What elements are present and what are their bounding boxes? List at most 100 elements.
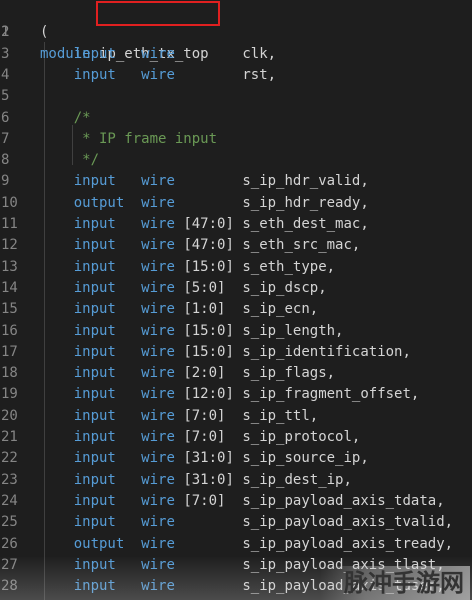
port-name: s_eth_dest_mac, [242,216,369,232]
port-type: wire [141,471,175,488]
port-name: s_ip_hdr_ready, [242,194,369,211]
port-type: wire [141,450,175,467]
code-line[interactable]: 15 input wire [1:0] s_ip_ecn, [0,299,472,320]
bit-range: [47:0] [183,216,234,232]
code-line[interactable]: 3 input wire clk, [0,44,472,65]
comment: */ [73,152,100,169]
code-text: input wire [31:0] s_ip_dest_ip, [40,470,352,491]
code-line[interactable]: 9 input wire s_ip_hdr_valid, [0,171,472,192]
code-text: input wire [47:0] s_eth_dest_mac, [40,214,369,235]
line-number: 25 [1,514,18,531]
code-line[interactable]: 1 module ip_eth_tx_top [0,1,472,61]
bit-range: [47:0] [183,237,234,254]
code-line[interactable]: 8 */ [0,150,472,171]
port-direction: input [73,45,116,62]
line-number: 19 [1,386,18,403]
line-number: 11 [1,216,18,232]
bit-range: [7:0] [183,429,226,445]
code-line[interactable]: 18 input wire [2:0] s_ip_flags, [0,363,472,384]
port-type: wire [141,322,175,339]
code-line[interactable]: 2( [0,22,472,43]
line-number: 17 [1,343,18,360]
code-text: input wire s_ip_payload_axis_tvalid, [40,512,453,533]
bit-range: [15:0] [183,258,234,275]
code-line[interactable]: 24 input wire [7:0] s_ip_payload_axis_td… [0,491,472,512]
code-line[interactable]: 26 output wire s_ip_payload_axis_tready, [0,534,472,555]
line-number: 18 [1,365,18,382]
code-text: input wire [7:0] s_ip_ttl, [40,406,318,427]
code-line[interactable]: 6 /* [0,108,472,129]
line-number: 26 [1,535,18,552]
code-line[interactable]: 25 input wire s_ip_payload_axis_tvalid, [0,512,472,533]
code-editor[interactable]: 1 module ip_eth_tx_top 2(3 input wire cl… [0,0,472,600]
code-line[interactable]: 13 input wire [15:0] s_eth_type, [0,257,472,278]
code-text: input wire [15:0] s_eth_type, [40,257,335,278]
port-name: s_ip_source_ip, [242,450,369,467]
code-line[interactable]: 17 input wire [15:0] s_ip_identification… [0,342,472,363]
line-number: 21 [1,429,18,445]
port-type: wire [141,258,175,275]
port-type: wire [141,173,175,190]
code-line[interactable]: 11 input wire [47:0] s_eth_dest_mac, [0,214,472,235]
code-text: input wire [7:0] s_ip_protocol, [40,427,361,448]
code-line[interactable]: 5 [0,86,472,107]
port-name: rst, [242,66,277,83]
code-line[interactable]: 14 input wire [5:0] s_ip_dscp, [0,278,472,299]
port-type: wire [141,514,175,531]
port-type: wire [141,279,175,296]
code-line[interactable]: 7 * IP frame input [0,129,472,150]
code-text: input wire [5:0] s_ip_dscp, [40,278,327,299]
port-name: s_ip_protocol, [242,429,361,445]
port-type: wire [141,578,175,595]
code-line[interactable]: 23 input wire [31:0] s_ip_dest_ip, [0,470,472,491]
code-line[interactable]: 4 input wire rst, [0,65,472,86]
code-text: input wire [31:0] s_ip_source_ip, [40,448,369,469]
code-text: input wire [2:0] s_ip_flags, [40,363,335,384]
port-direction: input [73,343,116,360]
port-direction: input [73,556,116,573]
line-number: 27 [1,556,18,573]
bit-range: [1:0] [183,301,226,318]
line-number: 2 [1,24,10,41]
port-name: s_ip_flags, [242,365,336,382]
code-line[interactable]: 16 input wire [15:0] s_ip_length, [0,321,472,342]
port-direction: output [73,194,125,211]
code-text: output wire s_ip_payload_axis_tready, [40,534,453,555]
line-number: 7 [1,130,10,147]
comment: * IP frame input [73,130,218,147]
port-direction: input [73,471,116,488]
code-line[interactable]: 10 output wire s_ip_hdr_ready, [0,193,472,214]
code-text: output wire s_ip_hdr_ready, [40,193,369,214]
bit-range: [15:0] [183,322,234,339]
bit-range: [5:0] [183,279,226,296]
port-name: s_eth_src_mac, [242,237,361,254]
code-text: /* [40,108,91,129]
port-type: wire [141,492,175,509]
port-type: wire [141,237,175,254]
port-direction: input [73,322,116,339]
line-number: 3 [1,45,10,62]
code-line[interactable]: 21 input wire [7:0] s_ip_protocol, [0,427,472,448]
line-number: 16 [1,322,18,339]
line-number: 15 [1,301,18,318]
port-type: wire [141,535,175,552]
line-number: 24 [1,492,18,509]
line-number: 14 [1,279,18,296]
code-line[interactable]: 19 input wire [12:0] s_ip_fragment_offse… [0,384,472,405]
code-line[interactable]: 22 input wire [31:0] s_ip_source_ip, [0,448,472,469]
bit-range: [31:0] [183,471,234,488]
port-direction: input [73,407,116,424]
port-direction: input [73,386,116,403]
code-line[interactable]: 12 input wire [47:0] s_eth_src_mac, [0,235,472,256]
watermark: 脉冲手游网 [320,566,470,600]
port-name: s_eth_type, [242,258,336,275]
code-line[interactable]: 20 input wire [7:0] s_ip_ttl, [0,406,472,427]
port-name: s_ip_payload_axis_tdata, [242,492,445,509]
port-name: s_ip_ecn, [242,301,319,318]
port-type: wire [141,407,175,424]
port-name: s_ip_payload_axis_tready, [242,535,454,552]
line-number: 20 [1,407,18,424]
line-number: 5 [1,88,10,105]
port-direction: input [73,365,116,382]
port-direction: output [73,535,125,552]
